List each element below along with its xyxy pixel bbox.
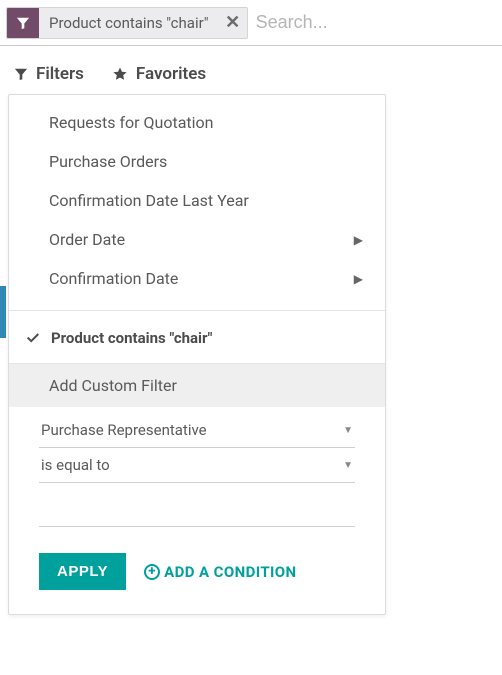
filter-option-label: Requests for Quotation	[49, 113, 214, 132]
caret-down-icon: ▼	[343, 425, 353, 436]
add-custom-filter-label: Add Custom Filter	[49, 376, 177, 395]
filter-option[interactable]: Requests for Quotation	[9, 103, 385, 142]
favorites-button[interactable]: Favorites	[112, 64, 206, 84]
caret-down-icon: ▼	[343, 460, 353, 471]
add-custom-filter-header[interactable]: Add Custom Filter	[9, 363, 385, 407]
operator-select[interactable]: is equal to ▼	[39, 448, 355, 483]
chevron-right-icon: ▶	[354, 272, 363, 286]
search-bar: Product contains "chair" ✕	[0, 0, 502, 46]
filter-option[interactable]: Confirmation Date ▶	[9, 259, 385, 298]
field-select-value: Purchase Representative	[41, 421, 207, 439]
separator	[9, 310, 385, 311]
add-condition-label: ADD A CONDITION	[164, 563, 296, 581]
filter-option[interactable]: Confirmation Date Last Year	[9, 181, 385, 220]
facet-remove-icon[interactable]: ✕	[219, 8, 247, 38]
search-facet: Product contains "chair" ✕	[6, 7, 248, 39]
filters-button[interactable]: Filters	[14, 64, 84, 84]
active-filter-row[interactable]: Product contains "chair"	[9, 315, 385, 361]
filter-option[interactable]: Purchase Orders	[9, 142, 385, 181]
field-select[interactable]: Purchase Representative ▼	[39, 413, 355, 448]
filters-dropdown-wrap: Requests for Quotation Purchase Orders C…	[0, 94, 502, 615]
filter-option-label: Order Date	[49, 230, 125, 249]
filter-toolbar: Filters Favorites	[0, 46, 502, 94]
filters-dropdown: Requests for Quotation Purchase Orders C…	[8, 94, 386, 615]
filter-option-label: Purchase Orders	[49, 152, 167, 171]
selection-accent	[0, 286, 6, 338]
search-facet-label: Product contains "chair"	[39, 8, 219, 38]
check-icon	[25, 330, 41, 346]
plus-icon: +	[144, 564, 160, 580]
custom-filter-actions: APPLY + ADD A CONDITION	[39, 553, 355, 590]
filter-option-label: Confirmation Date	[49, 269, 178, 288]
custom-filter-body: Purchase Representative ▼ is equal to ▼ …	[9, 407, 385, 614]
filter-icon	[7, 8, 39, 38]
filters-button-label: Filters	[36, 64, 84, 84]
add-condition-button[interactable]: + ADD A CONDITION	[144, 563, 296, 581]
active-filter-label: Product contains "chair"	[51, 329, 212, 347]
apply-button[interactable]: APPLY	[39, 553, 126, 590]
search-input[interactable]	[256, 12, 496, 33]
favorites-button-label: Favorites	[136, 64, 206, 84]
chevron-right-icon: ▶	[354, 233, 363, 247]
filter-options-list: Requests for Quotation Purchase Orders C…	[9, 95, 385, 306]
operator-select-value: is equal to	[41, 456, 110, 474]
value-input[interactable]	[39, 497, 355, 527]
filter-option[interactable]: Order Date ▶	[9, 220, 385, 259]
filter-option-label: Confirmation Date Last Year	[49, 191, 249, 210]
